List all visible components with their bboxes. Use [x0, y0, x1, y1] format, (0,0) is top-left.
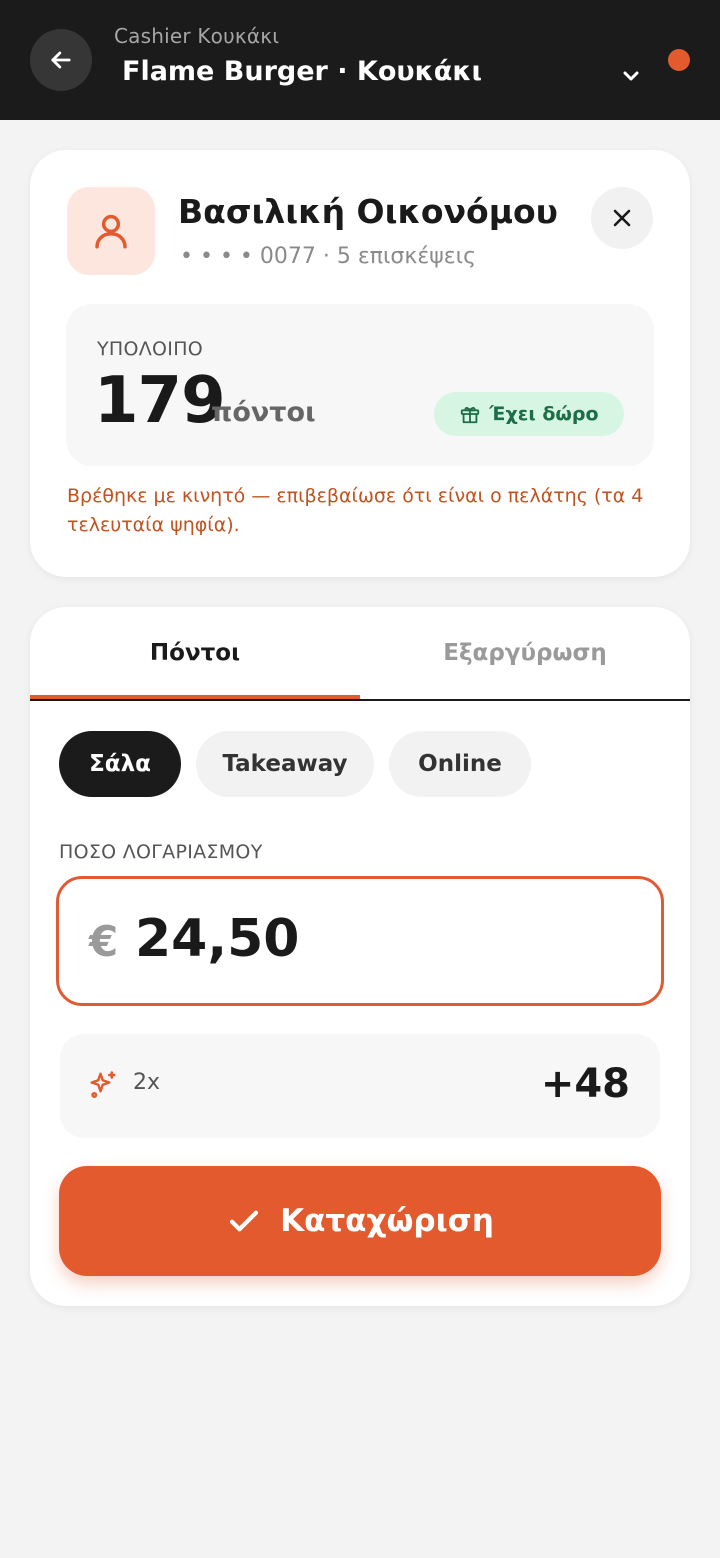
verification-note: Βρέθηκε με κινητό — επιβεβαίωσε ότι είνα…	[67, 485, 644, 536]
cashier-label: Cashier Κουκάκι	[114, 24, 280, 48]
submit-button[interactable]: Καταχώριση	[59, 1166, 661, 1276]
amount-label: ΠΟΣΟ ΛΟΓΑΡΙΑΣΜΟΥ	[59, 841, 263, 863]
amount-input[interactable]: € 24,50	[56, 876, 664, 1006]
arrow-left-icon	[51, 51, 71, 69]
channel-chip-sala[interactable]: Σάλα	[59, 731, 181, 797]
check-icon	[229, 1210, 259, 1232]
user-icon	[95, 214, 127, 249]
gift-icon	[461, 407, 480, 424]
avatar	[67, 187, 155, 275]
store-selector-title[interactable]: Flame Burger · Κουκάκι	[122, 56, 482, 87]
channel-chip-online[interactable]: Online	[389, 731, 531, 797]
submit-label: Καταχώριση	[280, 1203, 494, 1239]
customer-meta: • • • • 0077 · 5 επισκέψεις	[180, 244, 476, 269]
status-dot	[668, 49, 690, 71]
tab-divider	[30, 699, 690, 701]
tab-redeem[interactable]: Εξαργύρωση	[360, 607, 690, 699]
points-earned: +48	[540, 1061, 630, 1107]
top-bar: Cashier Κουκάκι Flame Burger · Κουκάκι	[0, 0, 720, 120]
gift-badge-label: Έχει δώρο	[489, 403, 599, 425]
tab-points[interactable]: Πόντοι	[30, 607, 360, 699]
balance-unit: πόντοι	[211, 397, 316, 428]
balance-value: 179	[94, 364, 226, 438]
currency-symbol: €	[89, 917, 119, 966]
gift-badge: Έχει δώρο	[434, 392, 624, 436]
channel-chip-takeaway[interactable]: Takeaway	[196, 731, 374, 797]
sparkle-icon	[90, 1071, 116, 1099]
customer-name: Βασιλική Οικονόμου	[178, 192, 558, 231]
close-icon	[613, 209, 631, 227]
tab-active-indicator	[30, 695, 360, 699]
customer-card: Βασιλική Οικονόμου • • • • 0077 · 5 επισ…	[30, 150, 690, 577]
balance-panel: ΥΠΟΛΟΙΠΟ 179 πόντοι Έχει δώρο	[66, 304, 654, 466]
points-preview: 2x +48	[60, 1034, 660, 1138]
multiplier-label: 2x	[133, 1070, 161, 1095]
chevron-down-icon[interactable]	[619, 64, 643, 88]
points-card: Πόντοι Εξαργύρωση Σάλα Takeaway Online Π…	[30, 607, 690, 1306]
back-button[interactable]	[30, 29, 92, 91]
balance-label: ΥΠΟΛΟΙΠΟ	[97, 338, 204, 360]
close-button[interactable]	[591, 187, 653, 249]
amount-value: 24,50	[135, 909, 300, 969]
